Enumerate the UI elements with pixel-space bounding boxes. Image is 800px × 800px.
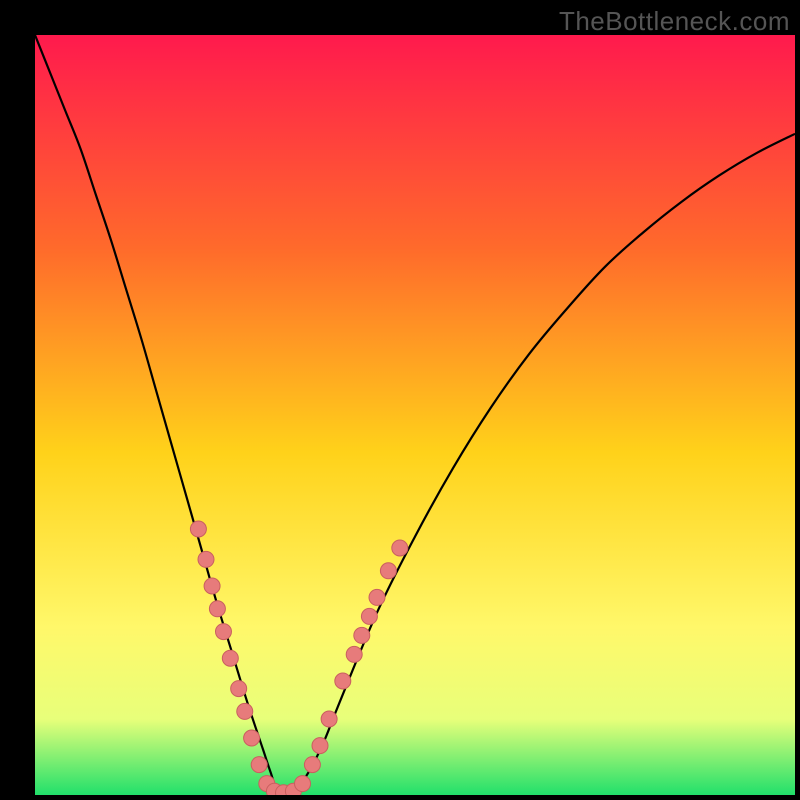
marker-dot — [222, 650, 238, 666]
marker-dot — [237, 703, 253, 719]
marker-dot — [244, 730, 260, 746]
marker-dot — [369, 589, 385, 605]
marker-dot — [215, 624, 231, 640]
marker-dot — [204, 578, 220, 594]
marker-dot — [251, 757, 267, 773]
bottleneck-chart — [35, 35, 795, 795]
chart-frame: TheBottleneck.com — [0, 0, 800, 800]
marker-dot — [361, 608, 377, 624]
marker-dot — [295, 776, 311, 792]
watermark-text: TheBottleneck.com — [559, 6, 790, 37]
marker-dot — [198, 551, 214, 567]
marker-dot — [335, 673, 351, 689]
marker-dot — [346, 646, 362, 662]
gradient-background — [35, 35, 795, 795]
marker-dot — [304, 757, 320, 773]
marker-dot — [392, 540, 408, 556]
marker-dot — [354, 627, 370, 643]
marker-dot — [231, 681, 247, 697]
marker-dot — [190, 521, 206, 537]
marker-dot — [321, 711, 337, 727]
marker-dot — [312, 738, 328, 754]
marker-dot — [380, 563, 396, 579]
marker-dot — [209, 601, 225, 617]
